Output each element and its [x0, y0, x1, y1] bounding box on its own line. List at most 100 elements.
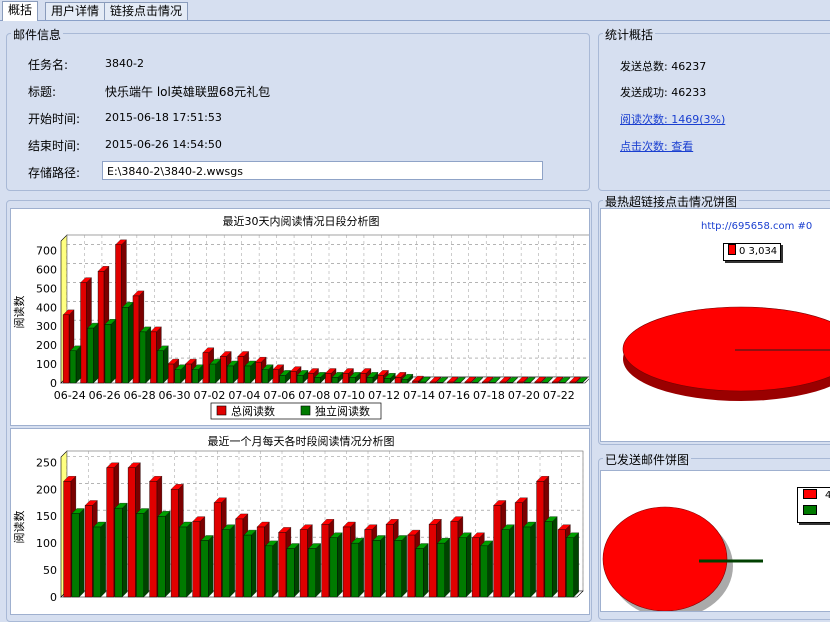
tab-overview[interactable]: 概括 — [2, 1, 39, 21]
end-time-label: 结束时间: — [28, 139, 81, 153]
bar-side — [229, 524, 235, 598]
bar-1 — [558, 382, 566, 384]
x-tick-label: 07-20 — [508, 389, 540, 402]
bar-0 — [84, 505, 93, 598]
bar-1 — [471, 382, 478, 384]
click-count-link[interactable]: 点击次数: 查看 — [620, 138, 693, 154]
bar-0 — [289, 371, 297, 384]
bar-1 — [104, 324, 112, 384]
bar-0 — [359, 373, 367, 384]
bar-1 — [437, 542, 445, 598]
bar-1 — [489, 382, 496, 384]
bar-0 — [342, 373, 349, 384]
bar-side — [509, 524, 515, 598]
bar-1 — [436, 382, 443, 384]
bar-side — [552, 516, 558, 598]
bar-1 — [114, 507, 123, 598]
read-count-link[interactable]: 阅读次数: 1469(3%) — [620, 111, 725, 127]
bar-1 — [541, 382, 548, 384]
bar-0 — [499, 381, 506, 384]
bar-1 — [157, 350, 164, 384]
bar-side — [122, 502, 128, 598]
bar-0 — [493, 505, 502, 598]
bar-0 — [377, 375, 384, 384]
bar-1 — [296, 375, 304, 384]
bar-1 — [314, 377, 321, 384]
tab-user-details[interactable]: 用户详情 — [45, 2, 106, 20]
bar-0 — [450, 521, 459, 598]
bar-1 — [480, 545, 488, 598]
bar-side — [128, 301, 134, 384]
bar-0 — [557, 529, 566, 598]
sent-pie — [602, 506, 763, 611]
legend-swatch — [216, 405, 227, 416]
bar-0 — [185, 363, 192, 384]
bar-side — [573, 532, 579, 598]
sent-success: 发送成功: 46233 — [620, 86, 707, 99]
bar-1 — [139, 331, 147, 384]
bar-0 — [482, 381, 489, 384]
bar-1 — [415, 548, 424, 598]
tab-link-clicks[interactable]: 链接点击情况 — [104, 2, 189, 20]
bar-0 — [213, 502, 222, 598]
bar-side — [100, 521, 106, 598]
y-tick-label: 300 — [36, 320, 57, 333]
hourly-read-chart: 最近一个月每天各时段阅读情况分析图阅读数 0 50 100 150 200 250 — [12, 434, 584, 604]
bar-1 — [136, 513, 144, 598]
x-tick-label: 07-10 — [333, 389, 365, 402]
bar-0 — [235, 518, 244, 598]
bar-1 — [523, 382, 531, 384]
x-tick-label: 07-04 — [228, 389, 260, 402]
bar-1 — [200, 540, 209, 598]
bar-side — [423, 543, 429, 598]
sent-pie-slice-0 — [602, 506, 728, 611]
bar-0 — [407, 534, 416, 598]
bar-1 — [122, 307, 129, 384]
bar-1 — [87, 327, 94, 384]
chart-title: 最近30天内阅读情况日段分析图 — [223, 214, 380, 228]
y-axis-label: 阅读数 — [12, 511, 26, 544]
y-tick-label: 600 — [36, 263, 57, 276]
bar-0 — [150, 331, 157, 384]
y-tick-label: 400 — [36, 301, 57, 314]
bar-1 — [372, 540, 381, 598]
bar-0 — [321, 524, 330, 598]
y-tick-label: 700 — [36, 244, 57, 257]
storage-path-label: 存储路径: — [28, 166, 81, 180]
bar-1 — [419, 381, 426, 384]
bar-1 — [544, 521, 553, 598]
bar-0 — [307, 373, 314, 384]
bar-0 — [534, 381, 541, 384]
bar-1 — [401, 379, 409, 384]
bar-0 — [429, 381, 437, 384]
bar-1 — [576, 382, 583, 384]
bar-0 — [256, 526, 265, 598]
bar-0 — [220, 356, 227, 384]
x-tick-label: 06-30 — [159, 389, 191, 402]
x-tick-label: 06-26 — [89, 389, 121, 402]
bar-1 — [566, 537, 574, 598]
bar-0 — [569, 381, 576, 384]
bar-0 — [255, 361, 262, 384]
bar-side — [358, 537, 364, 598]
bar-1 — [71, 513, 80, 598]
bar-0 — [127, 467, 136, 598]
bar-1 — [265, 545, 273, 598]
bar-side — [75, 345, 82, 384]
bar-0 — [97, 271, 105, 384]
bar-side — [487, 540, 493, 598]
bar-0 — [167, 363, 175, 384]
bar-1 — [366, 377, 374, 384]
bar-side — [294, 543, 300, 598]
bar-0 — [517, 381, 524, 384]
bar-0 — [412, 380, 419, 384]
bar-1 — [279, 375, 286, 384]
legend-label: 总阅读数 — [231, 404, 275, 418]
storage-path-field[interactable]: E:\3840-2\3840-2.wwsgs — [102, 161, 543, 180]
legend-swatch-red — [803, 489, 817, 499]
bar-1 — [243, 534, 252, 598]
bar-side — [444, 537, 450, 598]
y-tick-label: 200 — [36, 339, 57, 352]
bar-0 — [237, 356, 244, 384]
bar-side — [251, 529, 257, 598]
